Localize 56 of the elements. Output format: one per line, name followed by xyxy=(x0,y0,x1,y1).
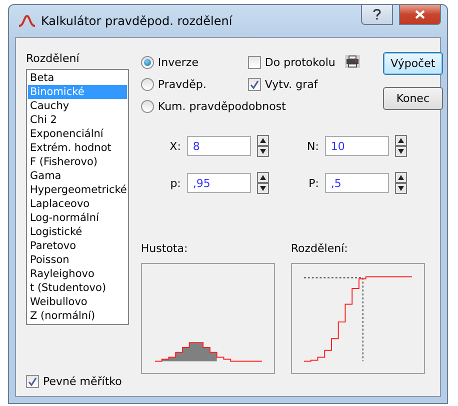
checkbox[interactable] xyxy=(26,375,39,388)
printer-icon[interactable] xyxy=(344,55,360,68)
list-item[interactable]: Laplaceovo xyxy=(28,197,127,211)
field-label: N: xyxy=(306,140,319,152)
radio-label: Pravděp. xyxy=(158,78,206,91)
radio-label: Inverze xyxy=(158,56,198,69)
checkbox[interactable] xyxy=(248,56,261,69)
list-item[interactable]: Rayleighovo xyxy=(28,267,127,281)
dialog-button[interactable]: Konec xyxy=(382,87,443,110)
chart-title: Hustota: xyxy=(140,242,189,255)
list-item[interactable]: Hypergeometrické xyxy=(28,183,127,197)
chart-title: Rozdělení: xyxy=(290,242,349,255)
spin-buttons-icon[interactable] xyxy=(394,172,407,194)
checkbox-label: Do protokolu xyxy=(264,56,336,69)
list-item[interactable]: Z (normální) xyxy=(28,309,127,323)
list-item[interactable]: Cauchy xyxy=(28,99,127,113)
spin-buttons-icon[interactable] xyxy=(256,135,269,157)
list-item[interactable]: Paretovo xyxy=(28,239,127,253)
list-item[interactable]: Extrém. hodnot xyxy=(28,141,127,155)
check-icon xyxy=(28,377,37,386)
field-label: p: xyxy=(169,176,181,190)
field-label: X: xyxy=(168,140,181,152)
input-field[interactable]: ,95 xyxy=(186,173,251,193)
list-item[interactable]: Chi 2 xyxy=(28,113,127,127)
list-item[interactable]: Gama xyxy=(28,169,127,183)
checkbox[interactable] xyxy=(248,78,261,91)
close-button[interactable] xyxy=(399,5,441,25)
radio-button[interactable] xyxy=(140,56,154,69)
checkbox-label: Vytv. graf xyxy=(264,78,318,91)
list-item[interactable]: Logistické xyxy=(28,225,127,239)
radio-button[interactable] xyxy=(140,78,154,91)
distribution-label: Rozdělení xyxy=(26,52,80,65)
distribution-list[interactable]: Beta Binomické Cauchy Chi 2 Exponenciální Extrém. hodnot F (Fisherovo) Gama Hypergeometrické Laplaceovo Log-normální Logistické Paretovo Poisson Rayleighovo t (Studentovo) Weibullovo Z (normální) xyxy=(26,69,129,325)
list-item[interactable]: Beta xyxy=(28,71,127,85)
list-item[interactable]: Poisson xyxy=(28,253,127,267)
input-field[interactable]: 8 xyxy=(186,136,251,156)
list-item[interactable]: Log-normální xyxy=(28,211,127,225)
field-label: P: xyxy=(308,176,319,190)
close-icon xyxy=(415,10,425,19)
list-item[interactable]: F (Fisherovo) xyxy=(28,155,127,169)
dialog-button[interactable]: Výpočet xyxy=(382,52,443,75)
checkbox-label: Pevné měřítko xyxy=(43,375,122,388)
check-icon xyxy=(250,80,259,89)
radio-button[interactable] xyxy=(140,100,154,113)
window-title: Kalkulátor pravděpod. rozdělení xyxy=(41,14,234,28)
help-icon xyxy=(373,9,381,20)
input-field[interactable]: ,5 xyxy=(324,173,389,193)
input-field[interactable]: 10 xyxy=(324,136,389,156)
list-item[interactable]: Exponenciální xyxy=(28,127,127,141)
spin-buttons-icon[interactable] xyxy=(394,135,407,157)
radio-label: Kum. pravděpodobnost xyxy=(158,100,286,113)
spin-buttons-icon[interactable] xyxy=(256,172,269,194)
help-button[interactable] xyxy=(361,5,393,25)
bell-curve-icon xyxy=(19,15,35,27)
list-item[interactable]: Weibullovo xyxy=(28,295,127,309)
list-item[interactable]: t (Studentovo) xyxy=(28,281,127,295)
